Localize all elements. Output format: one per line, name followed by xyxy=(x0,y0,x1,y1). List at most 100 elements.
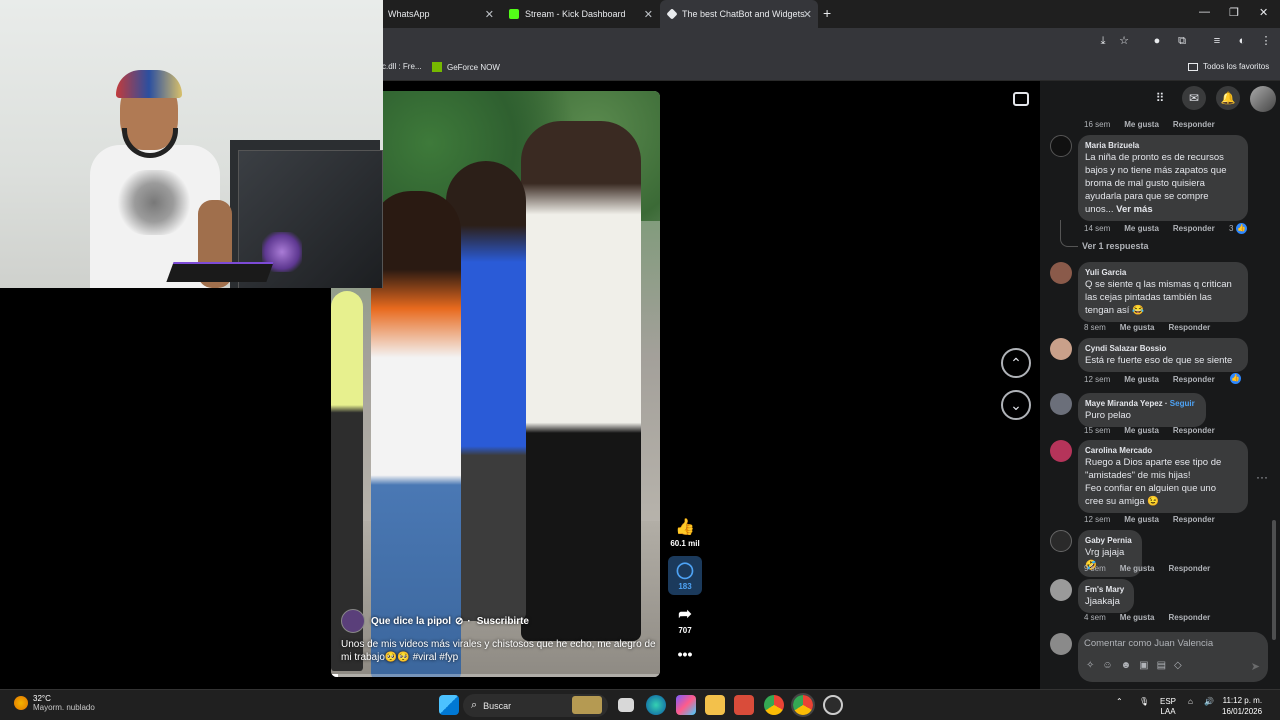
avatar[interactable] xyxy=(1050,440,1072,462)
avatar[interactable] xyxy=(1050,530,1072,552)
task-view-icon[interactable] xyxy=(618,698,634,712)
share-count: 707 xyxy=(678,626,692,635)
sticker-alt-icon[interactable]: ◇ xyxy=(1174,660,1190,671)
close-tab-icon[interactable]: ✕ xyxy=(803,8,812,21)
extension-color-icon[interactable]: ● xyxy=(1150,34,1164,48)
like-link[interactable]: Me gusta xyxy=(1124,224,1159,233)
reply-link[interactable]: Responder xyxy=(1173,426,1215,435)
close-window-icon[interactable]: ✕ xyxy=(1259,6,1268,19)
taskbar-search[interactable]: ⌕ Buscar xyxy=(463,694,608,717)
restore-icon[interactable]: ❐ xyxy=(1229,6,1239,19)
avatar[interactable] xyxy=(1050,579,1072,601)
comment-button[interactable]: ◯ 183 xyxy=(668,556,702,595)
video-progress-bar[interactable] xyxy=(331,674,660,677)
user-avatar[interactable] xyxy=(1250,86,1276,112)
comment-author[interactable]: Carolina Mercado xyxy=(1085,445,1241,456)
comment-author[interactable]: Yuli Garcia xyxy=(1085,267,1241,278)
reply-link[interactable]: Responder xyxy=(1168,564,1210,573)
reply-thread-line xyxy=(1060,220,1078,247)
reply-link[interactable]: Responder xyxy=(1168,613,1210,622)
next-reel-button[interactable]: ⌄ xyxy=(1001,390,1031,420)
obs-icon[interactable] xyxy=(823,695,843,715)
avatar[interactable] xyxy=(1050,393,1072,415)
like-link[interactable]: Me gusta xyxy=(1124,515,1159,524)
like-link[interactable]: Me gusta xyxy=(1124,375,1159,384)
avatar-sticker-icon[interactable]: ☺ xyxy=(1102,660,1120,671)
comment-author[interactable]: Gaby Pernia xyxy=(1085,535,1135,546)
comment-author[interactable]: Cyndi Salazar Bossio xyxy=(1085,343,1241,354)
reply-link[interactable]: Responder xyxy=(1168,323,1210,332)
camera-icon[interactable]: ▣ xyxy=(1139,660,1156,671)
new-tab-icon[interactable]: + xyxy=(823,5,831,21)
all-favorites[interactable]: Todos los favoritos xyxy=(1188,62,1269,71)
like-button[interactable]: 👍 60.1 mil xyxy=(668,517,702,548)
close-tab-icon[interactable]: ✕ xyxy=(644,8,653,21)
search-highlight-icon xyxy=(572,696,602,714)
media-icon[interactable]: ≡ xyxy=(1210,34,1224,48)
channel-name[interactable]: Que dice la pipol xyxy=(371,616,451,627)
menu-icon[interactable]: ⋮ xyxy=(1259,34,1273,48)
close-tab-icon[interactable]: ✕ xyxy=(485,8,494,21)
emoji-icon[interactable]: ☻ xyxy=(1121,660,1140,671)
tab-kick-dashboard[interactable]: Stream - Kick Dashboard ✕ xyxy=(501,0,659,28)
subscribe-button[interactable]: Suscribirte xyxy=(477,616,529,627)
tab-chatbot[interactable]: The best ChatBot and Widgets ✕ xyxy=(660,0,818,28)
share-button[interactable]: ➦ 707 xyxy=(668,604,702,635)
messenger-icon[interactable]: ✉ xyxy=(1182,86,1206,110)
avatar[interactable] xyxy=(1050,338,1072,360)
install-app-icon[interactable]: ⤓ xyxy=(1096,34,1110,48)
tab-label: WhatsApp xyxy=(388,9,430,19)
expand-icon[interactable] xyxy=(1013,92,1029,106)
reply-link[interactable]: Responder xyxy=(1173,515,1215,524)
reply-link[interactable]: Responder xyxy=(1173,120,1215,129)
like-link[interactable]: Me gusta xyxy=(1124,426,1159,435)
language-indicator[interactable]: ESP LAA xyxy=(1160,697,1176,717)
comment-author[interactable]: Fm's Mary xyxy=(1085,584,1127,595)
like-link[interactable]: Me gusta xyxy=(1120,323,1155,332)
comment-author[interactable]: Maye Miranda Yepez xyxy=(1085,399,1163,408)
weather-widget[interactable]: 32°C Mayorm. nublado xyxy=(14,694,95,712)
apps-grid-icon[interactable]: ⠿ xyxy=(1148,86,1172,110)
gif-icon[interactable]: ▤ xyxy=(1157,660,1174,671)
notifications-icon[interactable]: 🔔 xyxy=(1216,86,1240,110)
clock[interactable]: 11:12 p. m. 16/01/2026 xyxy=(1222,695,1262,717)
avatar[interactable] xyxy=(1050,135,1072,157)
sticker-icon[interactable]: ✧ xyxy=(1086,660,1102,671)
channel-avatar[interactable] xyxy=(341,609,365,633)
like-link[interactable]: Me gusta xyxy=(1124,120,1159,129)
comment-author[interactable]: Maria Brizuela xyxy=(1085,140,1241,151)
tab-whatsapp[interactable]: WhatsApp ✕ xyxy=(380,0,500,28)
bookmark-geforce[interactable]: GeForce NOW xyxy=(432,62,500,72)
view-replies-link[interactable]: Ver 1 respuesta xyxy=(1082,241,1149,251)
see-more-link[interactable]: Ver más xyxy=(1116,204,1152,215)
reply-link[interactable]: Responder xyxy=(1173,224,1215,233)
comments-scrollbar[interactable] xyxy=(1272,520,1276,640)
start-icon[interactable] xyxy=(439,695,459,715)
bookmark-dll[interactable]: c.dll : Fre... xyxy=(382,62,422,71)
bookmark-star-icon[interactable]: ☆ xyxy=(1117,34,1131,48)
file-explorer-icon[interactable] xyxy=(705,695,725,715)
copilot-icon[interactable] xyxy=(676,695,696,715)
volume-icon[interactable]: 🔊 xyxy=(1204,697,1214,707)
chrome-active-icon[interactable] xyxy=(791,693,815,717)
reply-link[interactable]: Responder xyxy=(1173,375,1215,384)
profile-icon[interactable]: ◐ xyxy=(1235,34,1249,48)
tray-overflow-icon[interactable]: ⌃ xyxy=(1116,697,1123,707)
avatar[interactable] xyxy=(1050,262,1072,284)
weather-icon xyxy=(14,696,28,710)
comment-composer[interactable]: Comentar como Juan Valencia ✧☺☻▣▤◇ ➤ xyxy=(1078,632,1268,682)
send-icon[interactable]: ➤ xyxy=(1251,660,1260,673)
follow-link[interactable]: Seguir xyxy=(1170,399,1195,408)
like-link[interactable]: Me gusta xyxy=(1120,613,1155,622)
microphone-icon[interactable]: 🎙 xyxy=(1139,697,1149,707)
app-icon[interactable] xyxy=(734,695,754,715)
comment-options-icon[interactable]: ··· xyxy=(1256,470,1268,484)
chrome-icon[interactable] xyxy=(764,695,784,715)
edge-icon[interactable] xyxy=(646,695,666,715)
more-options-icon[interactable]: ••• xyxy=(668,646,702,662)
extensions-icon[interactable]: ⧉ xyxy=(1175,34,1189,48)
network-icon[interactable]: ⌂ xyxy=(1188,697,1193,707)
like-link[interactable]: Me gusta xyxy=(1120,564,1155,573)
previous-reel-button[interactable]: ⌃ xyxy=(1001,348,1031,378)
minimize-icon[interactable]: — xyxy=(1199,6,1210,18)
